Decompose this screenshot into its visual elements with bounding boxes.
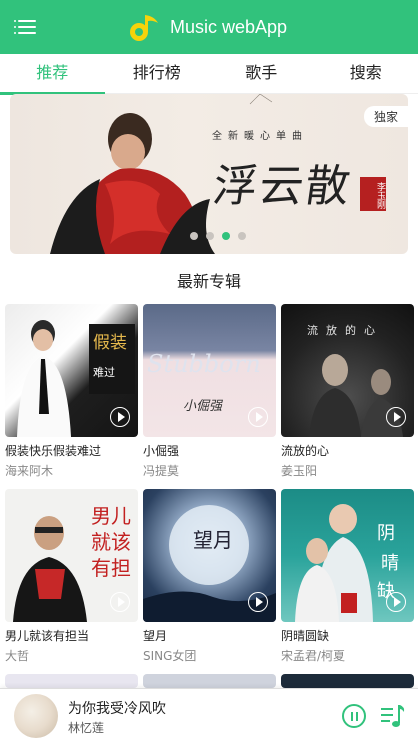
album-name: 流放的心 xyxy=(281,444,330,458)
album-cover xyxy=(5,674,138,688)
album-artist: 姜玉阳 xyxy=(281,464,318,478)
play-icon[interactable] xyxy=(248,592,268,612)
tab-search[interactable]: 搜索 xyxy=(314,54,418,93)
app-title: Music webApp xyxy=(170,16,288,37)
svg-text:Stubborn: Stubborn xyxy=(147,350,261,378)
nav-tabs: 推荐 排行榜 歌手 搜索 xyxy=(0,54,418,95)
play-icon[interactable] xyxy=(386,407,406,427)
album-cover xyxy=(281,674,414,688)
banner-subtitle: 全新暖心单曲 xyxy=(212,131,308,142)
album-cover xyxy=(143,674,276,688)
play-icon[interactable] xyxy=(110,407,130,427)
carousel-indicators xyxy=(190,232,254,240)
playlist-icon[interactable] xyxy=(380,703,406,729)
menu-icon[interactable] xyxy=(14,18,36,36)
album-artist: SING女团 xyxy=(143,649,197,663)
album-cover: 阴 晴 缺 xyxy=(281,489,414,622)
play-icon[interactable] xyxy=(248,407,268,427)
carousel-dot[interactable] xyxy=(238,232,246,240)
album-cover: 望月 xyxy=(143,489,276,622)
album-card[interactable]: 望月 望月 SING女团 xyxy=(143,489,276,664)
album-name: 假装快乐假装难过 xyxy=(5,444,102,458)
album-cover: Stubborn 小倔强 xyxy=(143,304,276,437)
svg-text:难过: 难过 xyxy=(93,366,115,379)
album-card[interactable] xyxy=(143,674,276,688)
album-card[interactable] xyxy=(5,674,138,688)
now-playing-artist: 林忆莲 xyxy=(68,721,105,735)
album-name: 阴晴圆缺 xyxy=(281,629,330,643)
artist-seal: 李玉刚 xyxy=(360,177,386,211)
svg-text:望月: 望月 xyxy=(193,528,233,552)
pause-icon[interactable] xyxy=(342,704,366,728)
album-name: 小倔强 xyxy=(143,444,180,458)
svg-text:小倔强: 小倔强 xyxy=(183,399,223,414)
album-artist: 冯提莫 xyxy=(143,464,180,478)
album-cover: 男儿 就该 有担 xyxy=(5,489,138,622)
play-icon[interactable] xyxy=(110,592,130,612)
tab-recommend[interactable]: 推荐 xyxy=(0,54,105,95)
svg-text:假装: 假装 xyxy=(93,333,127,353)
now-playing-cover[interactable] xyxy=(14,694,58,738)
svg-text:就该: 就该 xyxy=(91,530,131,554)
album-card[interactable] xyxy=(281,674,414,688)
album-artist: 宋孟君/柯夏 xyxy=(281,649,346,663)
album-card[interactable]: 男儿 就该 有担 男儿就该有担当 大哲 xyxy=(5,489,138,664)
album-card[interactable]: 流放的心 流放的心 姜玉阳 xyxy=(281,304,414,479)
section-title: 最新专辑 xyxy=(176,272,241,291)
brand: Music webApp xyxy=(128,12,287,42)
music-note-logo-icon xyxy=(130,15,158,41)
album-card[interactable]: 假装 难过 假装快乐假装难过 海来阿木 xyxy=(5,304,138,479)
album-card[interactable]: Stubborn 小倔强 小倔强 冯提莫 xyxy=(143,304,276,479)
album-cover: 假装 难过 xyxy=(5,304,138,437)
tab-rankings[interactable]: 排行榜 xyxy=(105,54,210,93)
svg-text:男儿: 男儿 xyxy=(91,504,131,528)
album-artist: 海来阿木 xyxy=(5,464,54,478)
svg-text:晴: 晴 xyxy=(381,553,399,574)
play-icon[interactable] xyxy=(386,592,406,612)
carousel-dot[interactable] xyxy=(190,232,198,240)
svg-text:有担: 有担 xyxy=(91,556,131,580)
svg-text:阴: 阴 xyxy=(377,523,395,544)
carousel-dot[interactable] xyxy=(206,232,214,240)
app-page: Music webApp 推荐 排行榜 歌手 搜索 独家 全新暖心单曲 浮云散 … xyxy=(0,0,418,743)
now-playing-title: 为你我受冷风吹 xyxy=(68,701,166,717)
tab-singers[interactable]: 歌手 xyxy=(209,54,314,93)
album-cover: 流放的心 xyxy=(281,304,414,437)
carousel-dot-active[interactable] xyxy=(222,232,230,240)
banner-title: 浮云散 xyxy=(209,161,355,212)
svg-text:流放的心: 流放的心 xyxy=(307,323,383,337)
app-header: Music webApp xyxy=(0,0,418,54)
album-name: 望月 xyxy=(143,629,168,643)
album-card[interactable]: 阴 晴 缺 阴晴圆缺 宋孟君/柯夏 xyxy=(281,489,414,664)
album-artist: 大哲 xyxy=(5,649,30,663)
mini-player[interactable]: 为你我受冷风吹 林忆莲 xyxy=(0,688,418,743)
exclusive-badge: 独家 xyxy=(363,106,408,127)
album-name: 男儿就该有担当 xyxy=(5,629,90,643)
